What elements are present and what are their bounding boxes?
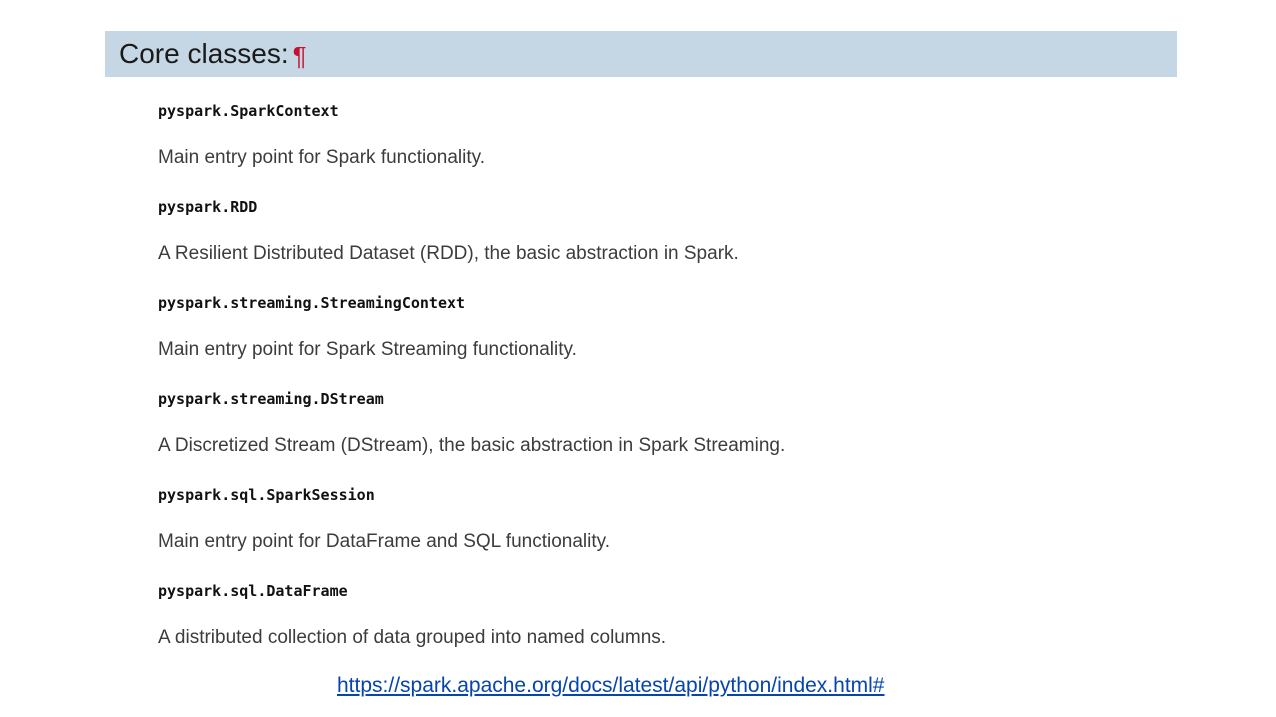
class-entry: pyspark.streaming.StreamingContext Main … xyxy=(158,288,1158,384)
section-title: Core classes: ¶ xyxy=(119,38,307,71)
class-name[interactable]: pyspark.sql.SparkSession xyxy=(158,486,375,504)
class-description: Main entry point for DataFrame and SQL f… xyxy=(158,531,610,552)
class-name[interactable]: pyspark.RDD xyxy=(158,198,257,216)
anchor-link[interactable]: ¶ xyxy=(293,41,307,71)
class-entry: pyspark.streaming.DStream A Discretized … xyxy=(158,384,1158,480)
source-url-link[interactable]: https://spark.apache.org/docs/latest/api… xyxy=(337,674,885,698)
class-description: Main entry point for Spark Streaming fun… xyxy=(158,339,577,360)
section-title-text: Core classes: xyxy=(119,38,289,69)
class-description: A distributed collection of data grouped… xyxy=(158,627,667,648)
class-list: pyspark.SparkContext Main entry point fo… xyxy=(158,96,1158,672)
class-name[interactable]: pyspark.SparkContext xyxy=(158,102,339,120)
section-header: Core classes: ¶ xyxy=(105,31,1177,77)
class-description: A Resilient Distributed Dataset (RDD), t… xyxy=(158,243,739,264)
class-name[interactable]: pyspark.sql.DataFrame xyxy=(158,582,348,600)
class-description: A Discretized Stream (DStream), the basi… xyxy=(158,435,786,456)
class-description: Main entry point for Spark functionality… xyxy=(158,147,486,168)
class-entry: pyspark.RDD A Resilient Distributed Data… xyxy=(158,192,1158,288)
class-name[interactable]: pyspark.streaming.DStream xyxy=(158,390,384,408)
class-entry: pyspark.SparkContext Main entry point fo… xyxy=(158,96,1158,192)
class-name[interactable]: pyspark.streaming.StreamingContext xyxy=(158,294,465,312)
class-entry: pyspark.sql.SparkSession Main entry poin… xyxy=(158,480,1158,576)
class-entry: pyspark.sql.DataFrame A distributed coll… xyxy=(158,576,1158,672)
